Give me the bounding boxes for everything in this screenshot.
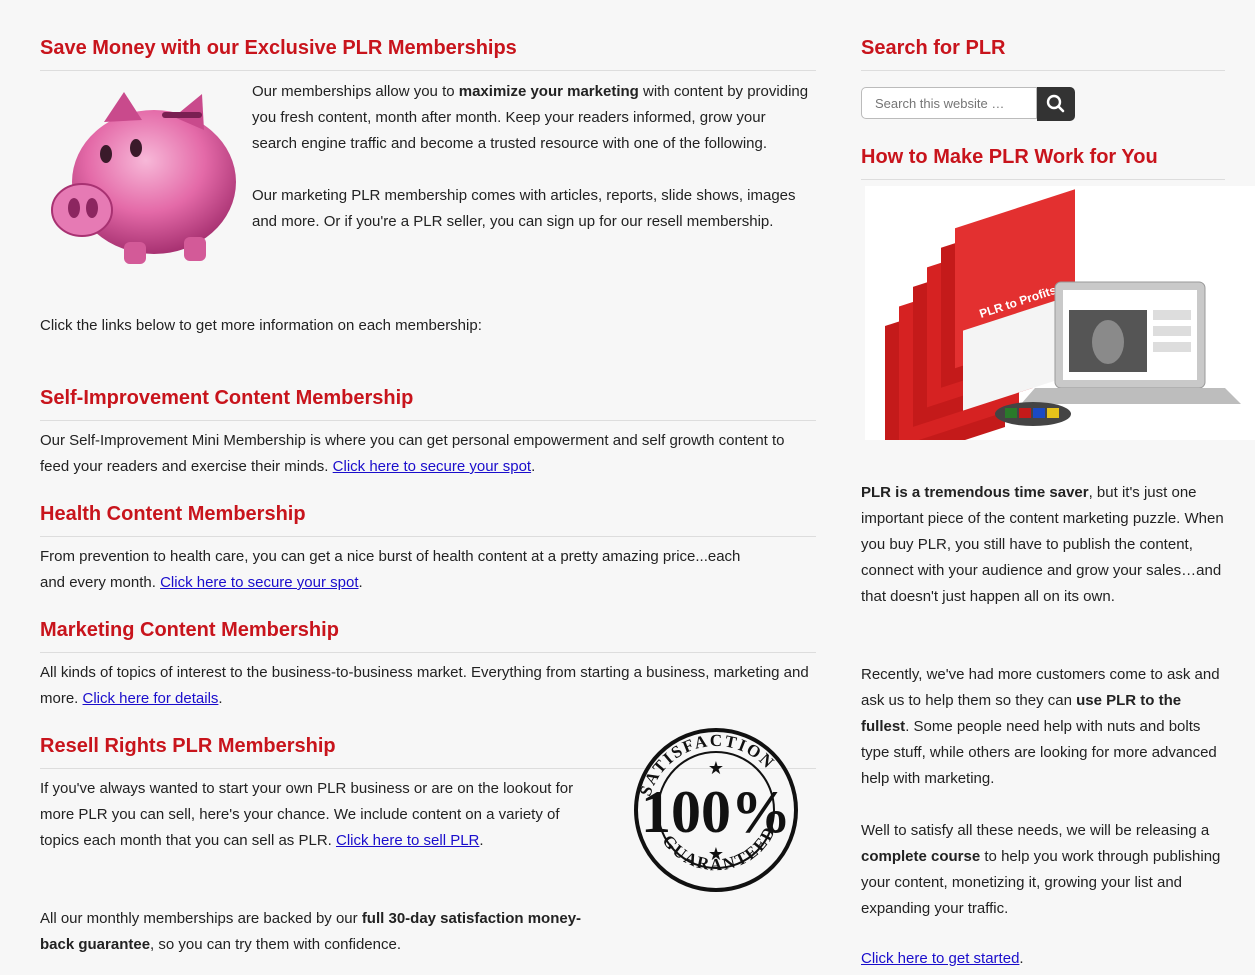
search-button[interactable] — [1037, 87, 1075, 121]
self-improvement-heading: Self-Improvement Content Membership — [40, 386, 816, 421]
sidebar-p2-end: . Some people need help with nuts and bo… — [861, 718, 1217, 787]
search-icon — [1046, 94, 1065, 113]
marketing-heading: Marketing Content Membership — [40, 618, 816, 653]
marketing-text: All kinds of topics of interest to the b… — [40, 664, 809, 707]
health-desc: From prevention to health care, you can … — [40, 548, 741, 591]
health-heading: Health Content Membership — [40, 502, 816, 537]
intro-p1-start: Our memberships allow you to — [252, 83, 459, 100]
sidebar-paragraph-3: Well to satisfy all these needs, we will… — [861, 818, 1225, 922]
stamp-big-text: 100% — [641, 779, 791, 845]
marketing-link[interactable]: Click here for details — [83, 690, 219, 707]
self-improvement-text: Our Self-Improvement Mini Membership is … — [40, 432, 785, 475]
sidebar-p3-bold: complete course — [861, 848, 981, 865]
plr-to-profits-product-image: PLR to Profits — [865, 186, 1255, 440]
sidebar-paragraph-2: Recently, we've had more customers come … — [861, 662, 1225, 792]
resell-text: If you've always wanted to start your ow… — [40, 780, 574, 849]
sidebar-p1-rest: , but it's just one important piece of t… — [861, 484, 1224, 605]
get-started-line: Click here to get started. — [861, 946, 1225, 972]
intro-p1-bold: maximize your marketing — [458, 83, 639, 100]
sidebar-paragraph-1: PLR is a tremendous time saver, but it's… — [861, 480, 1225, 610]
howto-heading: How to Make PLR Work for You — [861, 145, 1225, 180]
guarantee-start: All our monthly memberships are backed b… — [40, 910, 362, 927]
intro-paragraph-1: Our memberships allow you to maximize yo… — [252, 79, 812, 157]
search-input[interactable] — [861, 87, 1037, 119]
piggy-bank-image — [51, 92, 236, 264]
stamp-star-top-icon: ★ — [708, 758, 724, 778]
guarantee-end: , so you can try them with confidence. — [150, 936, 402, 953]
intro-paragraph-2: Our marketing PLR membership comes with … — [252, 187, 796, 230]
page: Save Money with our Exclusive PLR Member… — [0, 0, 1255, 975]
resell-link[interactable]: Click here to sell PLR — [336, 832, 479, 849]
health-link[interactable]: Click here to secure your spot — [160, 574, 358, 591]
self-improvement-link[interactable]: Click here to secure your spot — [333, 458, 531, 475]
health-text: From prevention to health care, you can … — [40, 548, 741, 591]
click-links-text: Click the links below to get more inform… — [40, 317, 482, 334]
sidebar-p1-bold: PLR is a tremendous time saver — [861, 484, 1089, 501]
resell-desc: If you've always wanted to start your ow… — [40, 780, 574, 849]
search-form — [861, 87, 1075, 121]
stamp-star-bottom-icon: ★ — [708, 844, 724, 864]
satisfaction-guaranteed-stamp: SATISFACTION GUARANTEED 100% ★ ★ — [634, 728, 798, 892]
guarantee-text: All our monthly memberships are backed b… — [40, 906, 592, 958]
get-started-link[interactable]: Click here to get started — [861, 950, 1019, 967]
search-heading: Search for PLR — [861, 36, 1225, 71]
intro-text: Our memberships allow you to maximize yo… — [252, 79, 812, 235]
get-started-period: . — [1019, 950, 1024, 967]
sidebar-p3-start: Well to satisfy all these needs, we will… — [861, 822, 1210, 839]
page-title: Save Money with our Exclusive PLR Member… — [40, 36, 816, 71]
